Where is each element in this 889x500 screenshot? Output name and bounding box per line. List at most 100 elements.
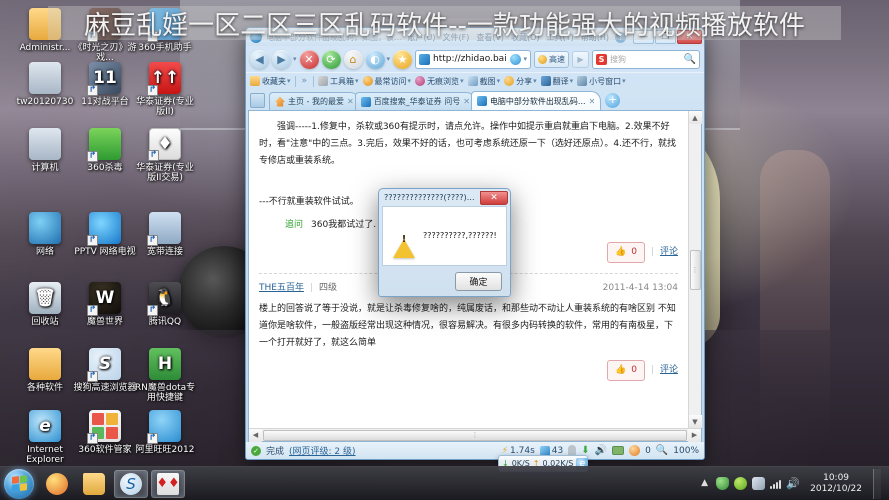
speed-mode-button[interactable]: 高速 [534, 50, 569, 68]
address-chevron-down-icon[interactable]: ▾ [523, 55, 527, 63]
address-input[interactable]: http://zhidao.baidu.com/ [433, 54, 507, 64]
new-tab-button[interactable]: + [605, 93, 621, 108]
chevron-down-icon[interactable]: ▾ [622, 77, 626, 85]
menu-file[interactable]: 文件(F) [442, 32, 469, 43]
bookmark-most-visited[interactable]: 最常访问 ▾ [362, 76, 412, 87]
dialog-close-icon[interactable]: ✕ [480, 190, 508, 205]
close-button[interactable]: ✕ [677, 30, 702, 44]
tab-list-menu-icon[interactable] [250, 93, 265, 108]
desktop-icon-recycle-bin[interactable]: 🗑 回收站 [12, 282, 78, 327]
refresh-icon[interactable]: ⟳ [321, 49, 341, 69]
desktop-icon-broadband-connection[interactable]: ↱ 宽带连接 [132, 212, 198, 257]
block-count-item[interactable]: 43 [539, 445, 563, 456]
tab-baidu-search[interactable]: 百度搜索_华泰证券 问号 ✕ [354, 92, 476, 110]
comment-comment-link[interactable]: 评论 [660, 362, 678, 379]
taskbar-media-center[interactable] [40, 470, 74, 498]
back-icon[interactable]: ◀ [250, 49, 269, 69]
recent-chevron-down-icon[interactable]: ▾ [387, 55, 391, 63]
desktop-icon-user-folder[interactable]: Administr... [12, 8, 78, 53]
history-chevron-down-icon[interactable]: ▾ [293, 55, 297, 63]
tab-close-icon[interactable]: ✕ [589, 97, 596, 106]
desktop-icon-huatai-trade[interactable]: ♦ ↱ 华泰证券(专业版II交易) [132, 128, 198, 183]
desktop-icon-tencent-qq[interactable]: 🐧 ↱ 腾讯QQ [132, 282, 198, 327]
chevron-down-icon[interactable]: ▾ [570, 77, 574, 85]
help-icon[interactable]: ? [615, 31, 626, 43]
bookmark-translate[interactable]: 翻译 ▾ [540, 76, 574, 87]
comment-username[interactable]: THE五百年 [259, 280, 304, 297]
scroll-down-icon[interactable]: ▼ [688, 415, 702, 428]
desktop-icon-360-antivirus[interactable]: ↱ 360杀毒 [72, 128, 138, 173]
go-icon[interactable] [510, 53, 522, 65]
taskbar-huatai-securities[interactable]: ♦♦ [151, 469, 185, 498]
search-icon[interactable]: 🔍 [684, 54, 696, 65]
menu-help[interactable]: 帮助(H) [581, 32, 609, 43]
comment-thumbs-up-button[interactable]: 👍 0 [606, 360, 645, 381]
bookmark-share[interactable]: 分享 ▾ [504, 76, 537, 87]
volume-icon[interactable]: 🔊 [786, 477, 800, 490]
desktop-icon-my-computer[interactable]: 计算机 [12, 128, 78, 173]
desktop-icon-360-mobile-assistant[interactable]: ↱ 360手机助手 [132, 8, 198, 53]
desktop-icon-world-of-warcraft[interactable]: W ↱ 魔兽世界 [72, 282, 138, 327]
desktop-icon-pptv[interactable]: ↱ PPTV 网络电视 [72, 212, 138, 257]
recent-pages-icon[interactable]: ◐ [365, 49, 385, 69]
bookmark-toolbox[interactable]: 工具箱 ▾ [318, 76, 359, 87]
menu-favorites[interactable]: 收藏(O) [511, 32, 540, 43]
search-engine-icon[interactable]: S [596, 53, 607, 65]
minimize-button[interactable]: — [633, 30, 654, 44]
signal-bars-icon[interactable] [770, 478, 782, 489]
desktop-icon-huatai-securities[interactable]: ↑↑ ↱ 华泰证券(专业版II) [132, 62, 198, 117]
search-box[interactable]: S 搜狗 🔍 [592, 49, 700, 69]
desktop-icon-11-battle-platform[interactable]: 11 ↱ 11对战平台 [72, 62, 138, 107]
desktop-icon-software-folder[interactable]: 各种软件 [12, 348, 78, 393]
favorite-star-icon[interactable]: ★ [393, 49, 413, 69]
ask-tag-label[interactable]: 追问 [285, 217, 303, 234]
forward-icon[interactable]: ▶ [272, 49, 291, 69]
shield-green-icon[interactable] [716, 477, 730, 490]
chevron-down-icon[interactable]: ▾ [497, 77, 501, 85]
monitor-icon[interactable] [612, 446, 625, 455]
speaker-icon[interactable]: 🔊 [595, 445, 607, 456]
stop-icon[interactable]: ✕ [299, 49, 319, 69]
360-safe-icon[interactable] [734, 477, 748, 490]
tab-close-icon[interactable]: ✕ [347, 97, 354, 106]
clipboard-icon[interactable] [752, 477, 766, 490]
maximize-button[interactable]: ❐ [655, 30, 676, 44]
tab-close-icon[interactable]: ✕ [463, 97, 470, 106]
menu-tools[interactable]: 工具(T) [547, 32, 574, 43]
desktop-icon-blade-game[interactable]: ↱ 《时光之刃》游戏... [72, 8, 138, 63]
start-button[interactable] [4, 468, 34, 499]
tab-home[interactable]: 主页 - 我的最爱 ✕ [269, 92, 360, 110]
bookmark-screenshot[interactable]: 截图 ▾ [467, 76, 501, 87]
home-icon[interactable]: ⌂ [343, 49, 363, 69]
menu-account[interactable]: 账户(U) [407, 32, 435, 43]
page-rating-link[interactable]: (网页评级: 2 级) [289, 444, 356, 457]
tab-zhidao-garbled[interactable]: 电脑中部分软件出现乱码... ✕ [470, 91, 602, 110]
desktop-icon-network[interactable]: 网络 [12, 212, 78, 257]
chevron-down-icon[interactable]: ▾ [460, 77, 464, 85]
desktop-icon-sogou-browser[interactable]: S ↱ 搜狗高速浏览器 [72, 348, 138, 393]
load-time-item[interactable]: ⚡ 1.74s [502, 446, 535, 456]
chevron-down-icon[interactable]: ▾ [408, 77, 412, 85]
tray-expand-arrow-icon[interactable]: ▲ [698, 477, 711, 490]
garbled-text-dialog[interactable]: ??????????????(????)V5.25 ✕ ! ??????????… [378, 188, 511, 297]
bookmark-favorites[interactable]: 收藏夹 ▾ [250, 76, 291, 87]
scroll-right-icon[interactable]: ▶ [688, 428, 701, 442]
chevron-down-icon[interactable]: ▾ [287, 77, 291, 85]
vertical-scroll-thumb[interactable]: ⋮ [689, 249, 701, 290]
scroll-left-icon[interactable]: ◀ [249, 428, 262, 442]
taskbar-explorer[interactable] [77, 470, 111, 498]
zoom-icon[interactable]: 🔍 [656, 445, 668, 456]
answer-comment-link[interactable]: 评论 [660, 244, 678, 261]
bookmark-mini-window[interactable]: 小号窗口 ▾ [577, 76, 626, 87]
address-bar[interactable]: http://zhidao.baidu.com/ ▾ [415, 49, 531, 69]
ad-block-icon[interactable] [629, 445, 641, 456]
desktop-icon-dota-hotkey[interactable]: H RN魔兽dota专用快捷键 [132, 348, 198, 403]
chevron-down-icon[interactable]: ▾ [533, 77, 537, 85]
answer-thumbs-up-button[interactable]: 👍 0 [606, 242, 645, 263]
scroll-up-icon[interactable]: ▲ [688, 111, 702, 124]
search-input[interactable]: 搜狗 [610, 54, 681, 65]
play-button[interactable]: ▶ [572, 50, 589, 68]
show-desktop-button[interactable] [873, 468, 881, 499]
dialog-ok-button[interactable]: 确定 [455, 271, 502, 291]
bookmark-private-mode[interactable]: 无痕浏览 ▾ [415, 76, 464, 87]
